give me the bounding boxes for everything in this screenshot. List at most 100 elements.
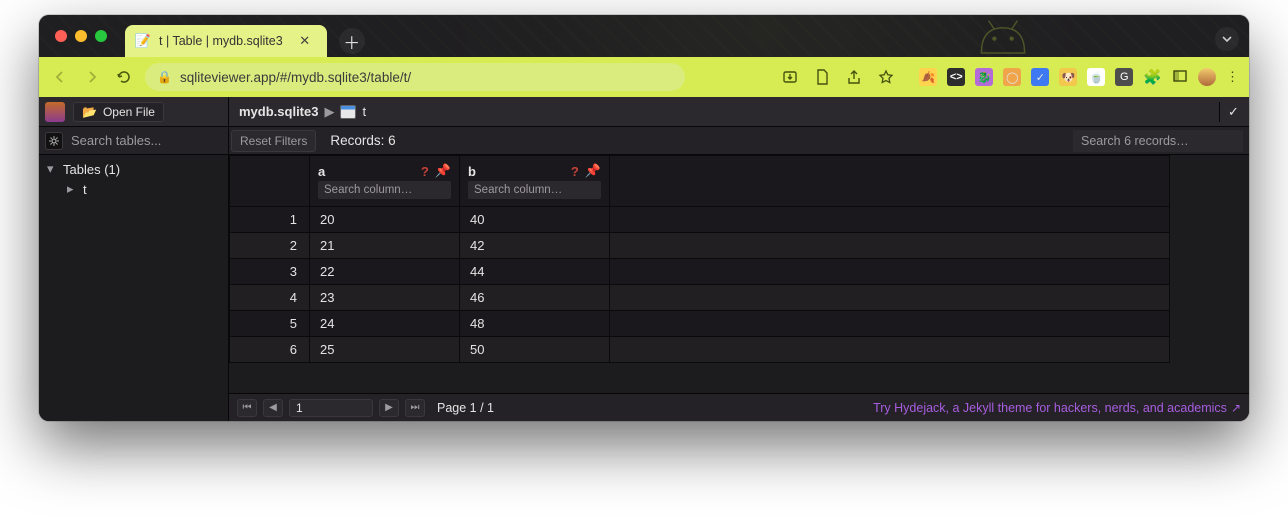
url-toolbar: 🔒 sqliteviewer.app/#/mydb.sqlite3/table/… [39,57,1249,97]
row-number: 4 [230,285,310,311]
cell-b[interactable]: 44 [460,259,610,285]
cell-a[interactable]: 21 [310,233,460,259]
extension-icon[interactable]: ◯ [1003,68,1021,86]
cell-a[interactable]: 22 [310,259,460,285]
search-tables-input[interactable] [69,132,222,149]
app-logo-icon [45,102,65,122]
cell-b[interactable]: 40 [460,207,610,233]
tables-heading-label: Tables (1) [63,162,120,177]
unknown-type-icon[interactable]: ? [571,164,579,179]
sqlite-viewer-app: 📂 Open File mydb.sqlite3 ▶ t ✓ Reset Fil… [39,97,1249,421]
confirm-toggle-icon[interactable]: ✓ [1219,102,1239,122]
cell-b[interactable]: 42 [460,233,610,259]
minimize-window-button[interactable] [75,30,87,42]
pin-icon[interactable]: 📌 [435,163,451,179]
table-row[interactable]: 12040 [230,207,1170,233]
extension-icons: 🍂 <> 🐉 ◯ ✓ 🐶 🍵 G 🧩 ⋮ [919,68,1239,87]
page-input[interactable] [289,399,373,417]
browser-tab[interactable]: 📝 t | Table | mydb.sqlite3 ✕ [125,25,327,57]
cell-a[interactable]: 24 [310,311,460,337]
profile-avatar-icon[interactable] [1198,68,1216,86]
unknown-type-icon[interactable]: ? [421,164,429,179]
open-file-button[interactable]: 📂 Open File [73,102,164,122]
pager-prev-button[interactable]: ◀ [263,399,283,417]
pager-last-button[interactable]: ⏭ [405,399,425,417]
kebab-menu-icon[interactable]: ⋮ [1226,69,1239,85]
table-row[interactable]: 22142 [230,233,1170,259]
reload-icon[interactable] [113,66,135,88]
extension-icon[interactable]: 🐶 [1059,68,1077,86]
close-tab-icon[interactable]: ✕ [297,33,313,49]
tab-title: t | Table | mydb.sqlite3 [159,34,283,48]
share-icon[interactable] [845,68,863,86]
column-header[interactable]: a ? 📌 [310,156,460,207]
column-name: a [318,164,325,179]
column-name: b [468,164,476,179]
breadcrumb: mydb.sqlite3 ▶ t ✓ [229,97,1249,127]
table-row[interactable]: 62550 [230,337,1170,363]
reset-filters-button[interactable]: Reset Filters [231,130,316,152]
disclosure-triangle-icon[interactable]: ▸ [67,181,77,197]
filters-bar: Reset Filters Records: 6 [229,127,1249,155]
nav-forward-icon[interactable] [81,66,103,88]
install-app-icon[interactable] [781,68,799,86]
close-window-button[interactable] [55,30,67,42]
extension-icon[interactable]: G [1115,68,1133,86]
panel-icon[interactable] [1172,68,1188,87]
records-count: Records: 6 [330,133,395,148]
extensions-puzzle-icon[interactable]: 🧩 [1143,68,1162,86]
cell-a[interactable]: 20 [310,207,460,233]
new-tab-button[interactable]: ＋ [339,28,365,54]
fullscreen-window-button[interactable] [95,30,107,42]
cell-b[interactable]: 46 [460,285,610,311]
cell-b[interactable]: 48 [460,311,610,337]
window-controls [55,15,107,57]
search-records-input[interactable] [1073,130,1243,152]
table-row[interactable]: 32244 [230,259,1170,285]
cell-rest [610,285,1170,311]
rownum-header [230,156,310,207]
breadcrumb-separator-icon: ▶ [324,104,334,120]
file-icon[interactable] [813,68,831,86]
address-bar[interactable]: 🔒 sqliteviewer.app/#/mydb.sqlite3/table/… [145,63,685,91]
android-decoration [967,15,1039,57]
open-file-label: Open File [103,105,155,119]
table-name: t [83,182,87,197]
folder-icon: 📂 [82,105,97,119]
extension-icon[interactable]: 🍂 [919,68,937,86]
column-search-input[interactable] [318,181,451,199]
settings-icon[interactable] [45,132,63,150]
cell-rest [610,259,1170,285]
bookmark-star-icon[interactable] [877,68,895,86]
tab-strip: 📝 t | Table | mydb.sqlite3 ✕ ＋ [39,15,1249,57]
table-row[interactable]: 52448 [230,311,1170,337]
extension-icon[interactable]: ✓ [1031,68,1049,86]
breadcrumb-database[interactable]: mydb.sqlite3 [239,104,318,119]
extension-icon[interactable]: <> [947,68,965,86]
sidebar-search [39,127,229,155]
column-header[interactable]: b ? 📌 [460,156,610,207]
data-grid: a ? 📌 b [229,155,1170,363]
table-row[interactable]: 42346 [230,285,1170,311]
url-actions [781,68,895,86]
pager-footer: ⏮ ◀ ▶ ⏭ Page 1 / 1 Try Hydejack, a Jekyl… [229,393,1249,421]
pager-next-button[interactable]: ▶ [379,399,399,417]
extension-icon[interactable]: 🍵 [1087,68,1105,86]
cell-a[interactable]: 25 [310,337,460,363]
pin-icon[interactable]: 📌 [585,163,601,179]
extension-icon[interactable]: 🐉 [975,68,993,86]
page-info: Page 1 / 1 [437,401,494,415]
cell-b[interactable]: 50 [460,337,610,363]
tables-heading[interactable]: ▾ Tables (1) [39,159,228,179]
breadcrumb-table[interactable]: t [362,104,366,119]
app-topbar-left: 📂 Open File [39,97,229,127]
pager-first-button[interactable]: ⏮ [237,399,257,417]
column-search-input[interactable] [468,181,601,199]
tabs-overflow-button[interactable] [1215,27,1239,51]
sidebar-item-table[interactable]: ▸ t [39,179,228,199]
table-icon [340,105,356,119]
promo-link[interactable]: Try Hydejack, a Jekyll theme for hackers… [873,401,1241,415]
disclosure-triangle-icon[interactable]: ▾ [47,161,57,177]
nav-back-icon[interactable] [49,66,71,88]
cell-a[interactable]: 23 [310,285,460,311]
